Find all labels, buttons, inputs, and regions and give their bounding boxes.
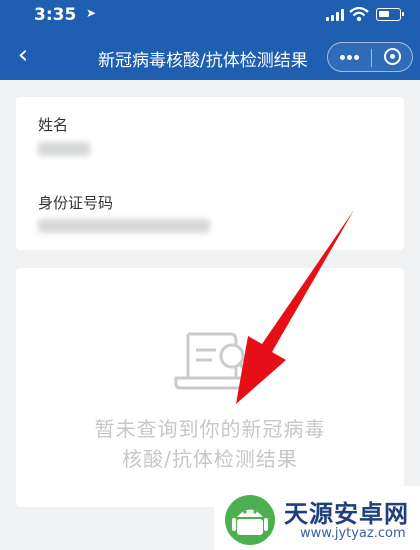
id-number-label: 身份证号码 — [38, 194, 114, 212]
watermark-url: www.jytyaz.com — [300, 526, 406, 541]
mini-program-capsule — [327, 42, 413, 72]
location-arrow-icon: ➤ — [86, 6, 97, 20]
personal-info-card: 姓名 身份证号码 — [16, 97, 404, 250]
wifi-icon — [349, 6, 369, 22]
document-search-icon — [174, 332, 252, 390]
android-logo-icon — [225, 495, 275, 545]
page-title: 新冠病毒核酸/抗体检测结果 — [98, 51, 308, 71]
empty-result-line-2: 核酸/抗体检测结果 — [122, 447, 298, 471]
empty-result-line-1: 暂未查询到你的新冠病毒 — [94, 417, 326, 441]
back-arrow-icon: ‹ — [17, 40, 29, 70]
back-button[interactable]: ‹ — [6, 40, 40, 74]
more-button[interactable] — [328, 43, 371, 71]
signal-icon — [326, 9, 344, 21]
result-card: 暂未查询到你的新冠病毒 核酸/抗体检测结果 — [16, 268, 404, 507]
nav-bar: ‹ 新冠病毒核酸/抗体检测结果 — [0, 34, 420, 80]
status-time: 3:35 — [34, 5, 77, 25]
status-bar: 3:35 ➤ — [0, 0, 420, 34]
id-number-value-redacted — [38, 219, 210, 233]
watermark: 天源安卓网 www.jytyaz.com — [214, 486, 420, 550]
close-mini-program-button[interactable] — [372, 43, 414, 71]
more-dots-icon — [340, 55, 345, 60]
name-value-redacted — [38, 142, 90, 156]
battery-icon — [376, 8, 404, 21]
name-label: 姓名 — [38, 116, 69, 134]
watermark-title: 天源安卓网 — [284, 500, 409, 528]
